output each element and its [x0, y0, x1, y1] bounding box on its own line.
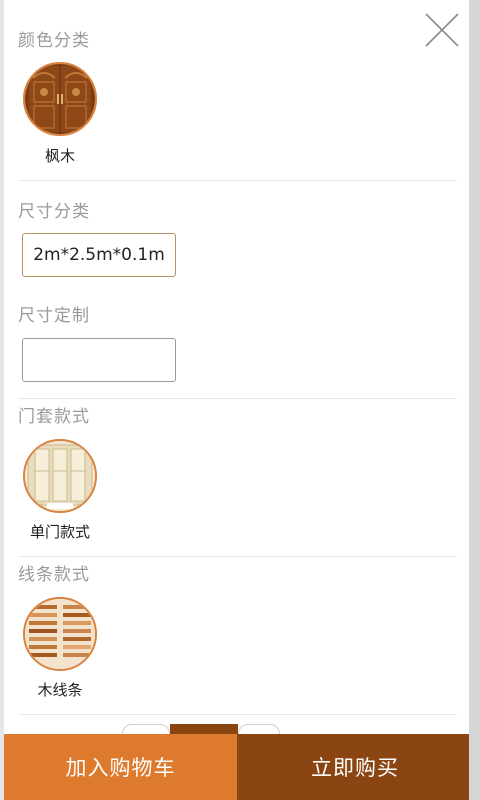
color-option-maple[interactable]	[23, 62, 97, 136]
bottom-action-bar: 加入购物车 立即购买	[4, 734, 469, 800]
custom-size-title: 尺寸定制	[18, 306, 90, 326]
wooden-door-swatch	[25, 64, 95, 134]
size-section-title: 尺寸分类	[18, 202, 90, 222]
wood-molding-swatch	[25, 599, 95, 669]
molding-style-title: 线条款式	[18, 565, 90, 585]
frame-style-option[interactable]	[23, 439, 97, 513]
buy-now-button[interactable]: 立即购买	[237, 734, 469, 800]
molding-style-option[interactable]	[23, 597, 97, 671]
custom-size-input[interactable]	[22, 338, 176, 382]
divider	[18, 398, 457, 399]
color-section-title: 颜色分类	[18, 31, 90, 51]
divider	[18, 180, 457, 181]
divider	[18, 556, 457, 557]
close-icon[interactable]	[420, 8, 464, 52]
frame-style-title: 门套款式	[18, 407, 90, 427]
color-option-label: 枫木	[44, 147, 75, 165]
size-option-selected[interactable]: 2m*2.5m*0.1m	[22, 233, 176, 277]
divider	[18, 714, 457, 715]
add-to-cart-button[interactable]: 加入购物车	[4, 734, 237, 800]
background-edge	[469, 0, 480, 800]
door-frame-swatch	[25, 441, 95, 511]
molding-style-label: 木线条	[37, 681, 83, 699]
spec-selection-panel: 颜色分类 枫木 尺寸分类 2m*2.5m*0.1m 尺寸定制 门套款式 单门款式…	[4, 0, 469, 800]
frame-style-label: 单门款式	[29, 523, 90, 541]
